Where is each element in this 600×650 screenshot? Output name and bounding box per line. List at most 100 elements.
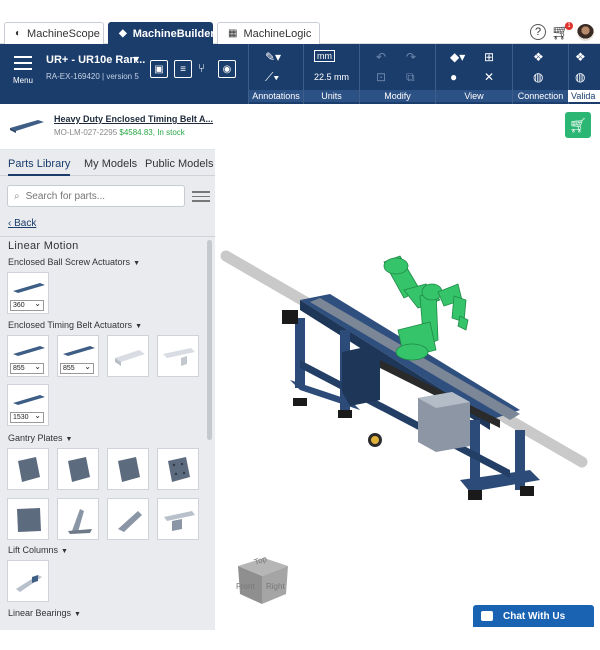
caret-down-icon: ▼ — [133, 260, 140, 267]
tab-machinescope[interactable]: ◐ MachineScope — [4, 22, 104, 44]
bom-icon[interactable]: ≡ — [174, 60, 192, 78]
redo-icon[interactable]: ↷ — [406, 50, 416, 64]
chat-button[interactable]: Chat With Us — [473, 605, 594, 627]
part-tile[interactable] — [7, 498, 49, 540]
category-label: Enclosed Timing Belt Actuators — [8, 320, 133, 330]
connection-group: ❖ ◍ Connection — [512, 44, 568, 104]
caret-down-icon: ▼ — [135, 323, 142, 330]
menu-label: Menu — [12, 76, 33, 85]
cube-icon: ◆ — [119, 28, 127, 39]
cart-icon: 🛒︎ — [569, 116, 587, 133]
category-ball-screw[interactable]: Enclosed Ball Screw Actuators ▼ — [8, 257, 140, 267]
validate-label[interactable]: Valida — [568, 90, 600, 102]
filter-icon[interactable] — [192, 188, 210, 204]
undo-icon[interactable]: ↶ — [376, 50, 386, 64]
part-tile[interactable] — [7, 560, 49, 602]
main-toolbar: Menu UR+ - UR10e Ran... ▼ RA-EX-169420 |… — [0, 44, 600, 104]
part-tile[interactable]: 855 — [57, 335, 99, 377]
selected-product: Heavy Duty Enclosed Timing Belt A... MO-… — [0, 104, 215, 150]
avatar[interactable] — [577, 24, 594, 41]
connection-label: Connection — [513, 90, 568, 102]
caret-down-icon: ▼ — [74, 611, 81, 618]
category-gantry-plates[interactable]: Gantry Plates ▼ — [8, 433, 72, 443]
units-label: Units — [304, 90, 359, 102]
tab-machinebuilder[interactable]: ◆ MachineBuilder — [108, 22, 215, 44]
save-icon[interactable]: ▣ — [150, 60, 168, 78]
part-tile[interactable] — [107, 498, 149, 540]
bracket-thumbnail — [115, 350, 145, 366]
ruler-icon[interactable]: ⟋▾ — [265, 70, 279, 85]
part-tile[interactable] — [107, 448, 149, 490]
length-select[interactable]: 1530 — [10, 411, 44, 423]
plate-thumbnail — [68, 457, 90, 482]
units-unit-select[interactable]: mm — [314, 50, 335, 62]
project-subtitle: RA-EX-169420 | version 5 — [46, 72, 139, 81]
part-tile[interactable]: 1530 — [7, 384, 49, 426]
add-to-cart-button[interactable]: 🛒︎ — [565, 112, 591, 138]
tab-label: MachineBuilder — [132, 27, 215, 40]
plate-thumbnail — [18, 457, 40, 482]
tab-parts-library[interactable]: Parts Library — [8, 158, 71, 176]
back-label: Back — [14, 218, 37, 229]
part-tile[interactable] — [7, 448, 49, 490]
tag-icon[interactable]: ✎▾ — [265, 50, 281, 64]
project-title[interactable]: UR+ - UR10e Ran... — [46, 54, 145, 66]
category-lift-columns[interactable]: Lift Columns ▼ — [8, 545, 68, 555]
part-tile[interactable] — [107, 335, 149, 377]
category-label: Gantry Plates — [8, 433, 63, 443]
search-icon: ⌕ — [14, 190, 20, 202]
caret-down-icon: ▼ — [65, 436, 73, 443]
view-cube-icon[interactable]: ◆▾ — [450, 50, 465, 64]
part-tile[interactable] — [157, 448, 199, 490]
category-timing-belt[interactable]: Enclosed Timing Belt Actuators ▼ — [8, 320, 142, 330]
explode-icon[interactable]: ● — [450, 70, 457, 84]
part-tile[interactable]: 360 — [7, 272, 49, 314]
cube-right-label[interactable]: Right — [266, 582, 285, 591]
collapse-icon[interactable]: ✕ — [484, 70, 494, 84]
align-icon[interactable]: ⊡ — [376, 70, 386, 84]
camera-icon[interactable]: ◉ — [218, 60, 236, 78]
product-name-link[interactable]: Heavy Duty Enclosed Timing Belt A... — [54, 114, 213, 124]
part-tile[interactable]: 855 — [7, 335, 49, 377]
part-tile[interactable] — [157, 335, 199, 377]
panel-scrollbar[interactable] — [207, 240, 212, 440]
actuator-thumbnail — [13, 283, 45, 293]
units-value-select[interactable]: 22.5 mm — [314, 72, 349, 82]
bracket-thumbnail — [163, 348, 195, 366]
tab-public-models[interactable]: Public Models — [145, 158, 213, 170]
search-input[interactable] — [25, 190, 166, 202]
caret-down-icon: ▼ — [61, 548, 68, 555]
chip-icon: ▦ — [228, 28, 238, 39]
menu-button[interactable]: Menu — [6, 50, 40, 96]
product-id: MO-LM-027-2295 — [54, 128, 118, 137]
plate-thumbnail — [168, 457, 190, 482]
connection-points-icon[interactable]: ◍ — [533, 70, 543, 84]
cube-front-label[interactable]: Front — [236, 582, 255, 591]
back-link[interactable]: ‹ Back — [8, 218, 36, 229]
tab-my-models[interactable]: My Models — [84, 158, 137, 170]
chat-bubble-icon — [481, 611, 493, 621]
validate-check-icon[interactable]: ◍ — [575, 70, 585, 84]
modify-label: Modify — [360, 90, 435, 102]
part-tile[interactable] — [57, 498, 99, 540]
tab-machinelogic[interactable]: ▦ MachineLogic — [217, 22, 320, 44]
tab-label: MachineLogic — [243, 27, 312, 40]
connect-icon[interactable]: ❖ — [533, 50, 544, 64]
validate-icon[interactable]: ❖ — [575, 50, 586, 64]
category-linear-bearings[interactable]: Linear Bearings ▼ — [8, 608, 81, 618]
group-icon[interactable]: ⧉ — [406, 70, 415, 85]
part-tile[interactable] — [57, 448, 99, 490]
plate-thumbnail — [17, 508, 41, 532]
share-icon[interactable]: ⑂ — [198, 61, 205, 75]
length-select[interactable]: 855 — [10, 362, 44, 374]
part-tile[interactable] — [157, 498, 199, 540]
panel-tabs: Parts Library My Models Public Models — [0, 150, 215, 176]
chevron-down-icon[interactable]: ▼ — [132, 54, 141, 64]
length-select[interactable]: 855 — [60, 362, 94, 374]
lift-column-thumbnail — [16, 575, 42, 592]
help-icon[interactable]: ? — [530, 24, 546, 40]
globe-icon: ◐ — [15, 28, 22, 39]
angle-bracket-thumbnail — [68, 509, 92, 534]
length-select[interactable]: 360 — [10, 299, 44, 311]
hierarchy-icon[interactable]: ⊞ — [484, 50, 494, 64]
